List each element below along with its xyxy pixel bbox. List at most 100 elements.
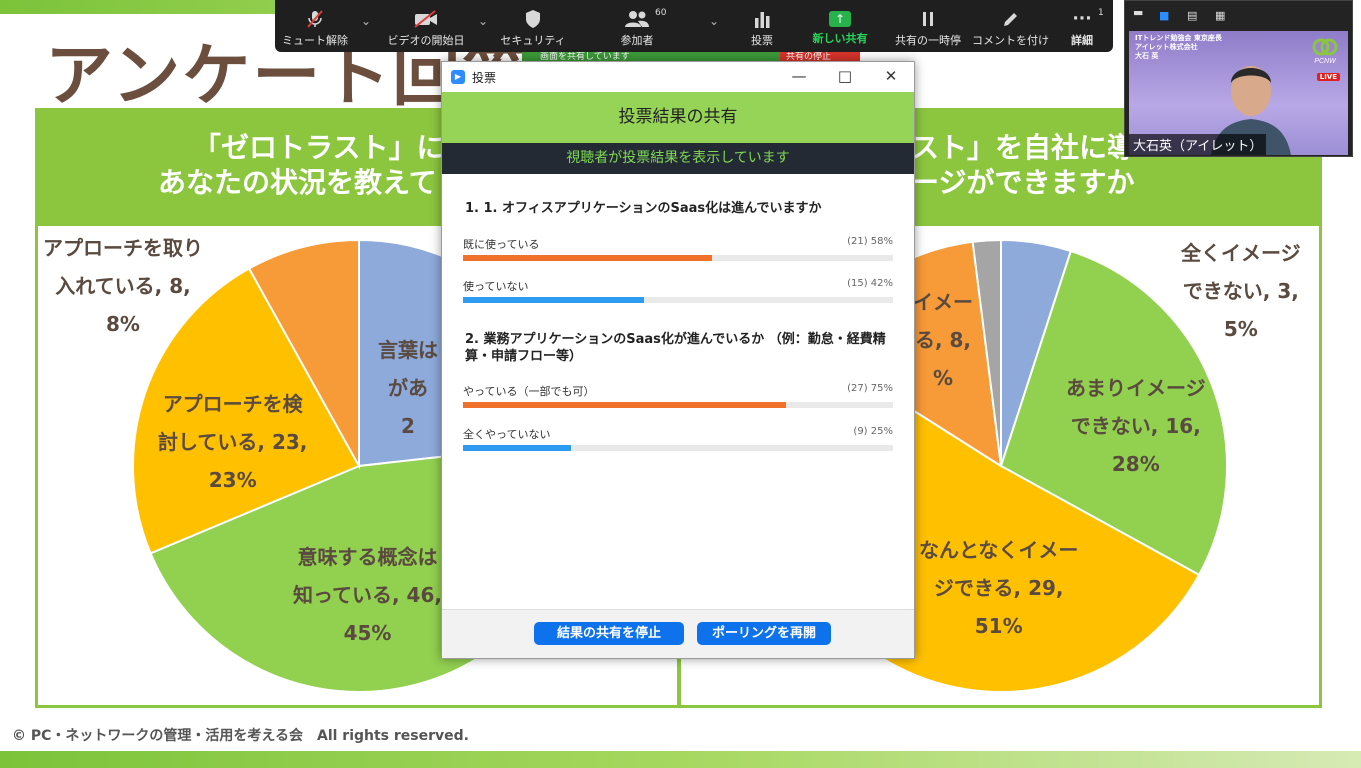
mute-button[interactable]: ミュート解除 [279, 0, 351, 52]
option-label: 既に使っている [463, 238, 540, 251]
pcnw-logo-icon: PCNW [1312, 38, 1338, 65]
right-label-2: なんとなくイメー ジできる, 29, 51% [919, 531, 1078, 645]
reopen-poll-button[interactable]: ポーリングを再開 [697, 622, 831, 645]
mute-label: ミュート解除 [282, 34, 348, 47]
video-panel-controls: ▬ ■ ▤ ▦ [1125, 1, 1352, 31]
option-label: 全くやっていない [463, 428, 551, 441]
poll-option: 全くやっていない (9) 25% [463, 426, 893, 456]
logo-text: PCNW [1314, 58, 1337, 65]
right-label-3: イメー る, 8, % [913, 283, 973, 397]
result-bar-track [463, 445, 893, 451]
bar-chart-icon [738, 9, 786, 29]
participants-options-chevron-icon[interactable]: ⌄ [709, 14, 719, 28]
share-arrow-icon: ↑ [829, 11, 851, 27]
label-line: 意味する概念は [297, 545, 438, 569]
label-line: 23% [208, 468, 257, 492]
poll-option: やっている（一部でも可） (27) 75% [463, 383, 893, 413]
poll-results-dialog: ▶ 投票 — □ ✕ 投票結果の共有 視聴者が投票結果を表示しています 1. 1… [441, 61, 915, 659]
label-line: 5% [1223, 317, 1258, 341]
video-options-chevron-icon[interactable]: ⌄ [478, 14, 488, 28]
result-bar-fill [463, 297, 644, 303]
result-bar-track [463, 297, 893, 303]
security-label: セキュリティ [500, 34, 566, 47]
participants-count: 60 [655, 8, 667, 18]
participant-video: ITトレンド勉強会 東京座長 アイレット株式会社 大石 英 PCNW LIVE … [1129, 31, 1348, 155]
slide-bottom-accent [0, 751, 1361, 768]
poll-question-2: 2. 業務アプリケーションのSaas化が進んでいるか （例：勤怠・経費精算・申請… [465, 332, 886, 364]
poll-viewers-status: 視聴者が投票結果を表示しています [442, 143, 914, 174]
result-bar-fill [463, 445, 571, 451]
participant-name: 大石英（アイレット） [1129, 134, 1267, 155]
security-button[interactable]: セキュリティ [497, 0, 569, 52]
video-org-text: ITトレンド勉強会 東京座長 アイレット株式会社 大石 英 [1135, 34, 1222, 61]
label-line: できない, 3, [1182, 279, 1299, 303]
label-line: る, 8, [914, 328, 972, 352]
annotate-label: コメントを付け [972, 34, 1049, 47]
label-line: 28% [1111, 452, 1160, 476]
option-stat: (9) 25% [853, 426, 893, 437]
zoom-app-icon: ▶ [451, 70, 465, 84]
start-video-button[interactable]: ビデオの開始日 [381, 0, 471, 52]
result-bar-fill [463, 402, 786, 408]
poll-option: 既に使っている (21) 58% [463, 236, 893, 266]
start-video-label: ビデオの開始日 [387, 34, 465, 47]
stop-sharing-results-button[interactable]: 結果の共有を停止 [534, 622, 684, 645]
label-line: 2 [401, 414, 415, 438]
new-share-button[interactable]: ↑ 新しい共有 [805, 0, 875, 52]
poll-label: 投票 [751, 34, 773, 47]
poll-button[interactable]: 投票 [738, 0, 786, 52]
dialog-footer: 結果の共有を停止 ポーリングを再開 [442, 609, 914, 658]
label-line: 言葉は [378, 338, 438, 362]
single-view-icon[interactable]: ■ [1159, 9, 1169, 22]
option-stat: (27) 75% [847, 383, 893, 394]
poll-share-header: 投票結果の共有 [442, 92, 914, 143]
pause-icon [887, 9, 969, 29]
participant-video-panel: ▬ ■ ▤ ▦ ITトレンド勉強会 東京座長 アイレット株式会社 大石 英 PC… [1124, 0, 1353, 157]
left-label-0: 言葉は があ 2 [378, 331, 438, 445]
result-bar-fill [463, 255, 713, 261]
label-line: 討している, 23, [158, 430, 308, 454]
zoom-meeting-toolbar: ミュート解除 ⌄ ビデオの開始日 ⌄ セキュリティ 参加者 60 ⌄ 投票 ↑ … [275, 0, 1113, 52]
label-line: できない, 16, [1070, 414, 1201, 438]
pencil-icon [972, 9, 1048, 29]
label-line: 知っている, 46, [293, 583, 442, 607]
label-line: アプローチを取り [43, 236, 203, 260]
label-line: 51% [974, 614, 1023, 638]
close-window-icon[interactable]: ✕ [876, 67, 906, 85]
annotate-button[interactable]: コメントを付け [972, 0, 1049, 52]
audio-options-chevron-icon[interactable]: ⌄ [361, 14, 371, 28]
label-line: 45% [343, 621, 392, 645]
dialog-titlebar: ▶ 投票 — □ ✕ [442, 62, 914, 92]
label-line: あまりイメージ [1066, 376, 1206, 400]
muted-mic-icon [279, 9, 351, 29]
label-line: があ [388, 376, 428, 400]
grid-view-icon[interactable]: ▦ [1215, 9, 1225, 22]
result-bar-track [463, 255, 893, 261]
right-label-0: 全くイメージ できない, 3, 5% [1181, 234, 1301, 348]
more-label: 詳細 [1071, 34, 1093, 47]
option-label: 使っていない [463, 280, 529, 293]
right-label-1: あまりイメージ できない, 16, 28% [1066, 369, 1206, 483]
pause-share-button[interactable]: 共有の一時停 [887, 0, 969, 52]
poll-question-1: 1. 1. オフィスアプリケーションのSaas化は進んでいますか [465, 201, 822, 216]
copyright-text: © PC・ネットワークの管理・活用を考える会 All rights reserv… [12, 728, 469, 744]
org-line: ITトレンド勉強会 東京座長 [1135, 34, 1222, 42]
org-line: 大石 英 [1135, 52, 1159, 60]
label-line: 全くイメージ [1181, 241, 1301, 265]
dialog-title: 投票 [472, 71, 497, 85]
minimize-icon[interactable]: ▬ [1133, 6, 1143, 19]
org-line: アイレット株式会社 [1135, 43, 1198, 51]
left-label-2: アプローチを検 討している, 23, 23% [158, 385, 307, 499]
label-line: 8% [106, 312, 140, 336]
minimize-window-icon[interactable]: — [784, 67, 814, 85]
label-line: アプローチを検 [162, 392, 303, 416]
stacked-view-icon[interactable]: ▤ [1187, 9, 1197, 22]
more-badge: 1 [1098, 8, 1104, 18]
label-line: ジできる, 29, [933, 576, 1064, 600]
participants-label: 参加者 [620, 34, 654, 47]
left-label-3: アプローチを取り 入れている, 8, 8% [43, 229, 203, 343]
result-bar-track [463, 402, 893, 408]
label-line: なんとなくイメー [919, 538, 1079, 562]
maximize-window-icon[interactable]: □ [830, 67, 860, 85]
option-stat: (15) 42% [847, 278, 893, 289]
